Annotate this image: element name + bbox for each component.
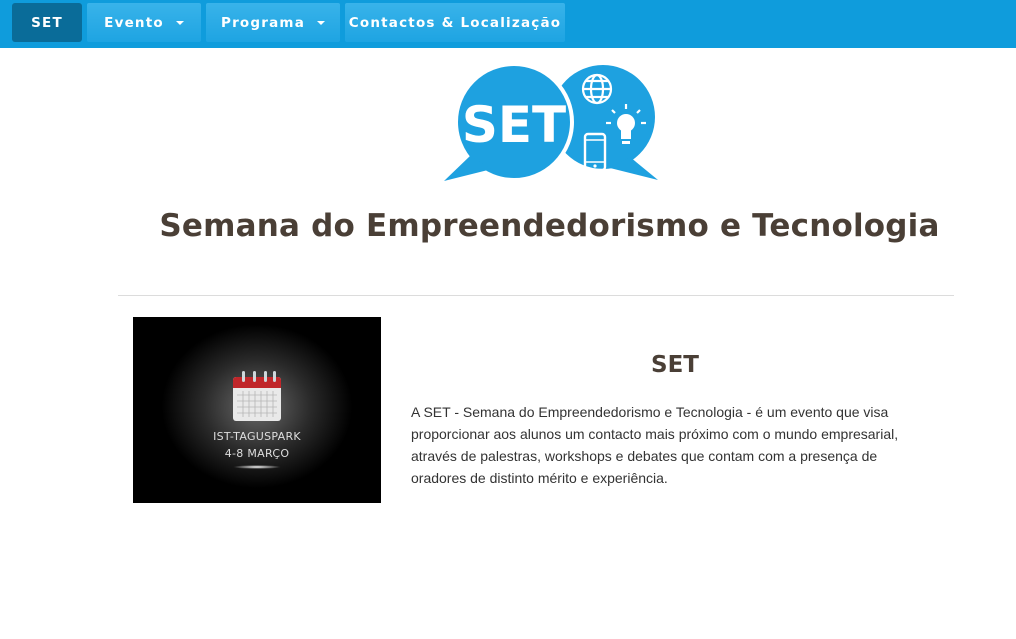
about-description: A SET - Semana do Empreendedorismo e Tec…: [411, 404, 899, 486]
set-logo[interactable]: SET: [440, 60, 660, 182]
nav-item-label: Programa: [220, 14, 306, 31]
nav-brand-label: SET: [31, 14, 63, 31]
event-banner-image: IST-TAGUSPARK 4-8 MARÇO: [133, 317, 381, 503]
event-place-caption: IST-TAGUSPARK: [213, 430, 301, 443]
about-heading: SET: [651, 352, 699, 378]
nav-item-evento[interactable]: Evento: [87, 3, 201, 42]
nav-item-label: Evento: [104, 14, 164, 31]
event-dates-caption: 4-8 MARÇO: [224, 447, 290, 460]
calendar-icon: [233, 371, 281, 421]
site-title: Semana do Empreendedorismo e Tecnologia: [159, 208, 940, 244]
nav-item-label: Contactos & Localização: [348, 14, 562, 31]
logo-text: SET: [462, 96, 566, 154]
caret-down-icon: [175, 21, 184, 25]
nav-item-contactos[interactable]: Contactos & Localização: [345, 3, 565, 42]
caret-down-icon: [317, 21, 326, 25]
nav-brand-set[interactable]: SET: [12, 3, 82, 42]
section-divider: [118, 295, 954, 296]
light-reflection: [233, 465, 281, 469]
nav-item-programa[interactable]: Programa: [206, 3, 340, 42]
top-navbar: SET Evento Programa Contactos & Localiza…: [0, 0, 1016, 48]
